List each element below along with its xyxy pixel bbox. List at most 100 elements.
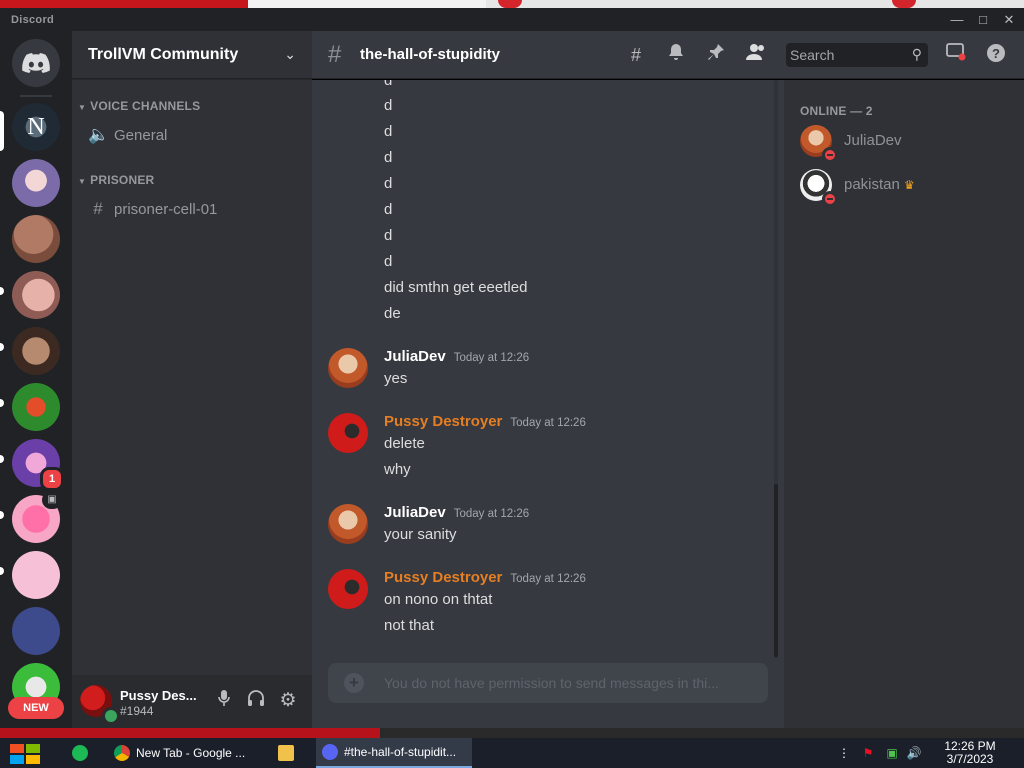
inbox-icon[interactable] [944, 43, 968, 67]
channel-sidebar: TrollVM Community ⌄ ▼ VOICE CHANNELS 🔈 Ge… [72, 31, 312, 728]
message-header: JuliaDev Today at 12:26 [384, 504, 529, 521]
help-icon[interactable]: ? [984, 43, 1008, 67]
member-item[interactable]: pakistan ♛ [792, 164, 1016, 207]
server-icon[interactable] [12, 215, 60, 263]
channel-title: the-hall-of-stupidity [360, 46, 500, 63]
unread-pill [0, 399, 4, 407]
search-icon: ⚲ [911, 46, 922, 62]
headphones-icon[interactable] [244, 689, 268, 713]
message-line: your sanity [384, 526, 457, 543]
message-author[interactable]: JuliaDev [384, 504, 446, 521]
selected-pill [0, 111, 4, 151]
threads-icon[interactable]: # [624, 43, 648, 67]
server-icon[interactable] [12, 327, 60, 375]
user-name: Pussy Des... [120, 688, 197, 703]
spotify-taskbar-button[interactable] [66, 738, 100, 768]
category-prisoner[interactable]: ▼ PRISONER [78, 173, 154, 187]
chevron-down-icon: ⌄ [284, 46, 296, 62]
bell-glyph [669, 44, 683, 60]
mention-badge: 1 [40, 467, 64, 491]
attach-plus-icon[interactable]: + [344, 673, 364, 693]
server-icon[interactable] [12, 607, 60, 655]
microphone-icon[interactable] [212, 689, 236, 713]
background-strip [0, 728, 1024, 738]
pin-icon[interactable] [704, 43, 728, 67]
message-line: d [384, 201, 393, 218]
taskbar-label: #the-hall-of-stupidit... [344, 745, 457, 759]
strip-red [0, 0, 248, 8]
explorer-taskbar-button[interactable] [272, 738, 306, 768]
message-author[interactable]: Pussy Destroyer [384, 413, 502, 430]
spotify-icon [72, 745, 88, 761]
unread-pill [0, 287, 4, 295]
windows-start-icon[interactable] [8, 743, 44, 765]
message-header: JuliaDev Today at 12:26 [384, 348, 529, 365]
message-list: d d d d d d d d did smthn get eeetled de… [312, 80, 784, 728]
message-line: delete [384, 435, 425, 452]
server-icon[interactable] [12, 159, 60, 207]
channel-prisoner-cell-01[interactable]: # prisoner-cell-01 [80, 193, 304, 225]
clock[interactable]: 12:26 PM 3/7/2023 [935, 740, 1005, 766]
background-browser-strip [0, 0, 1024, 8]
discord-home-icon[interactable] [12, 39, 60, 87]
message-timestamp: Today at 12:26 [510, 573, 586, 585]
message-timestamp: Today at 12:26 [453, 352, 530, 364]
network-icon[interactable]: ▣ [884, 745, 900, 761]
server-icon[interactable] [12, 383, 60, 431]
discord-taskbar-button[interactable]: #the-hall-of-stupidit... [316, 738, 472, 768]
maximize-button[interactable]: □ [970, 10, 996, 29]
bell-icon[interactable] [664, 43, 688, 67]
speaker-icon[interactable]: 🔊 [906, 745, 922, 761]
server-icon[interactable] [12, 271, 60, 319]
guild-name: TrollVM Community [88, 45, 239, 63]
guild-header[interactable]: TrollVM Community ⌄ [72, 31, 312, 79]
member-name: JuliaDev [844, 132, 902, 149]
message-header: Pussy Destroyer Today at 12:26 [384, 569, 586, 586]
category-voice-channels[interactable]: ▼ VOICE CHANNELS [78, 99, 200, 113]
chrome-taskbar-button[interactable]: New Tab - Google ... [108, 738, 262, 768]
search-box[interactable]: ⚲ [786, 43, 928, 67]
headphones-glyph [248, 690, 264, 706]
avatar[interactable] [328, 348, 368, 388]
message-author[interactable]: Pussy Destroyer [384, 569, 502, 586]
category-label: VOICE CHANNELS [90, 99, 201, 113]
minimize-button[interactable]: — [944, 10, 970, 29]
server-icon[interactable]: N [12, 103, 60, 151]
strip-gray [248, 0, 486, 8]
avatar[interactable] [328, 413, 368, 453]
message-timestamp: Today at 12:26 [453, 508, 530, 520]
crown-icon: ♛ [903, 178, 915, 192]
gear-icon[interactable]: ⚙ [276, 689, 300, 713]
message-composer: + [328, 663, 768, 703]
member-name: pakistan [844, 176, 900, 193]
chrome-icon [114, 745, 130, 761]
unread-pill [0, 567, 4, 575]
online-status-icon [102, 707, 120, 725]
flag-icon[interactable]: ⚑ [860, 745, 876, 761]
server-icon[interactable] [12, 551, 60, 599]
scrollbar-thumb[interactable] [774, 484, 778, 657]
channel-general[interactable]: 🔈 General [80, 119, 304, 151]
member-item[interactable]: JuliaDev [792, 120, 1016, 163]
close-button[interactable]: ✕ [996, 10, 1022, 29]
message-input[interactable] [384, 663, 754, 703]
unread-pill [0, 343, 4, 351]
category-caret: ▼ [78, 177, 87, 186]
speaker-icon: 🔈 [88, 125, 110, 144]
help-glyph: ? [987, 44, 1005, 62]
members-icon[interactable] [744, 43, 768, 67]
unread-pill [0, 455, 4, 463]
message-author[interactable]: JuliaDev [384, 348, 446, 365]
taskbar-label: New Tab - Google ... [136, 746, 246, 760]
new-badge[interactable]: NEW [8, 697, 64, 719]
avatar[interactable] [328, 569, 368, 609]
channel-header: # the-hall-of-stupidity # ⚲ ? [312, 31, 1024, 79]
more-icon[interactable]: ⋮ [836, 745, 852, 761]
message-line: yes [384, 370, 408, 387]
hash-icon: # [328, 41, 342, 68]
user-panel: Pussy Des... #1944 ⚙ [72, 675, 312, 728]
avatar[interactable] [328, 504, 368, 544]
search-input[interactable] [786, 43, 906, 67]
message-line: d [384, 80, 393, 89]
members-glyph [746, 44, 764, 60]
